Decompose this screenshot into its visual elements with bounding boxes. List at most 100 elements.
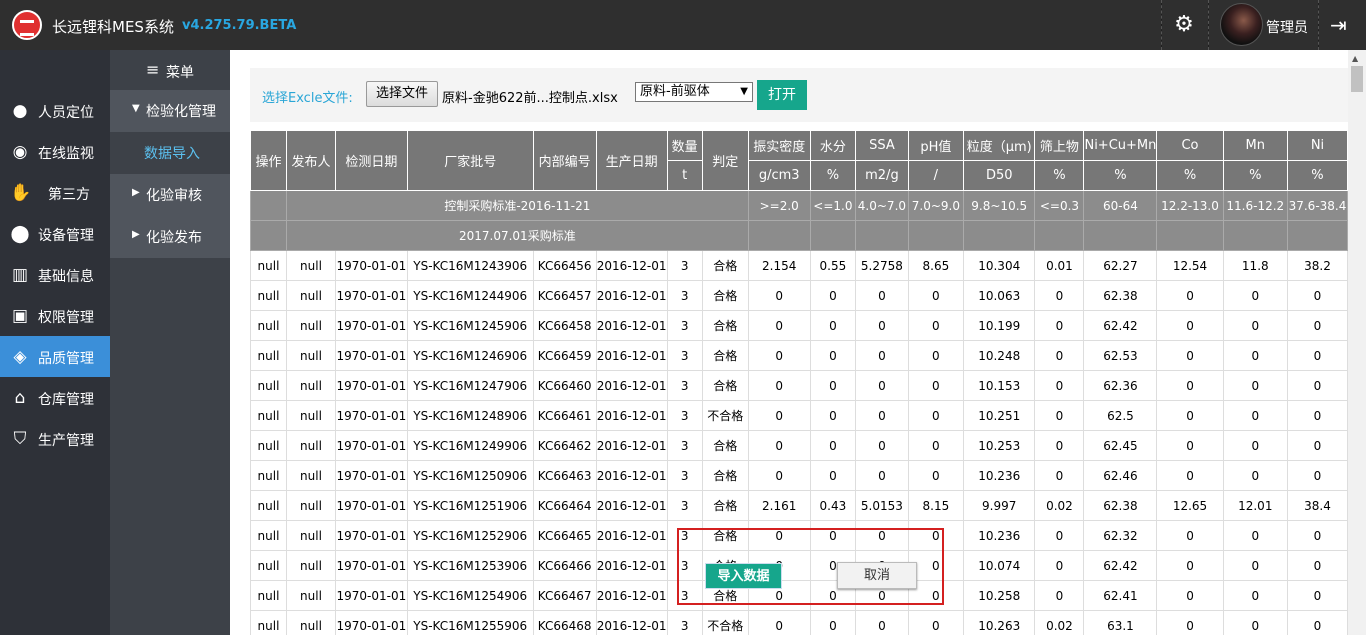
table-row[interactable]: null null 1970-01-01 YS-KC16M1255906 KC66468… (250, 610, 1348, 635)
table-cell: 合格 (701, 250, 749, 281)
open-button[interactable]: 打开 (757, 80, 807, 110)
table-cell: 10.258 (963, 580, 1036, 611)
table-row[interactable]: null null 1970-01-01 YS-KC16M1245906 KC66458… (250, 310, 1348, 341)
table-cell: 2016-12-01 (595, 280, 668, 311)
table-cell: 0 (855, 400, 909, 431)
sidebar-item-basic-info[interactable]: ▥ 基础信息 (0, 254, 110, 295)
table-cell (1034, 220, 1085, 251)
table-cell: 38.4 (1286, 490, 1348, 521)
table-cell: 2016-12-01 (595, 340, 668, 371)
table-cell: 62.53 (1083, 340, 1158, 371)
cancel-button[interactable]: 取消 (837, 562, 917, 589)
submenu-item-data-import[interactable]: 数据导入 (110, 132, 230, 174)
table-cell: null (250, 280, 287, 311)
table-cell: 12.01 (1222, 490, 1288, 521)
scroll-thumb[interactable] (1351, 66, 1363, 92)
column-header: 厂家批号 (406, 130, 534, 191)
standard-value: 37.6-38.4 (1286, 190, 1348, 221)
sidebar-item-monitor[interactable]: ◉ 在线监视 (0, 131, 110, 172)
table-row[interactable]: null null 1970-01-01 YS-KC16M1248906 KC66461… (250, 400, 1348, 431)
sidebar-item-device[interactable]: ⬤ 设备管理 (0, 213, 110, 254)
info-icon: ▥ (11, 265, 29, 285)
table-cell: YS-KC16M1251906 (406, 490, 534, 521)
sidebar-item-permission[interactable]: ▣ 权限管理 (0, 295, 110, 336)
table-cell: 0 (907, 280, 965, 311)
scrollbar[interactable]: ▲ (1348, 50, 1366, 635)
table-cell: 0 (747, 400, 811, 431)
table-cell: KC66462 (532, 430, 597, 461)
table-cell (1286, 220, 1348, 251)
table-cell: 0 (747, 310, 811, 341)
table-cell: null (285, 370, 336, 401)
sidebar-item-production[interactable]: ⛉ 生产管理 (0, 418, 110, 459)
choose-file-button[interactable]: 选择文件 (366, 81, 438, 107)
standard-value: <=0.3 (1034, 190, 1085, 221)
submenu-header[interactable]: ≡ 菜单 (110, 50, 230, 90)
scroll-up-icon[interactable]: ▲ (1352, 54, 1358, 63)
avatar[interactable] (1220, 3, 1263, 46)
logout-icon[interactable]: ⇥ (1330, 14, 1352, 36)
column-unit: % (1083, 160, 1158, 191)
table-cell: 0 (1034, 310, 1085, 341)
table-cell: 0 (907, 460, 965, 491)
table-cell: 2016-12-01 (595, 580, 668, 611)
home-icon: ⌂ (14, 388, 26, 408)
table-cell: 0 (855, 340, 909, 371)
table-cell: null (250, 520, 287, 551)
table-cell: YS-KC16M1245906 (406, 310, 534, 341)
submenu-group-inspection[interactable]: ▼ 检验化管理 (110, 90, 230, 132)
sidebar-item-third-party[interactable]: ✋ 第三方 (0, 172, 110, 213)
table-cell: 0 (1222, 550, 1288, 581)
divider (1318, 0, 1319, 50)
table-row[interactable]: null null 1970-01-01 YS-KC16M1243906 KC66456… (250, 250, 1348, 281)
table-cell: null (250, 610, 287, 635)
table-cell: null (250, 430, 287, 461)
table-cell: 0 (809, 460, 857, 491)
table-row[interactable]: null null 1970-01-01 YS-KC16M1250906 KC66463… (250, 460, 1348, 491)
gear-icon[interactable]: ⚙ (1172, 13, 1196, 37)
table-cell: 12.54 (1156, 250, 1224, 281)
table-cell: 合格 (701, 340, 749, 371)
standard-value: <=1.0 (809, 190, 857, 221)
table-cell: KC66463 (532, 460, 597, 491)
table-cell: 不合格 (701, 610, 749, 635)
table-cell: 62.42 (1083, 310, 1158, 341)
sidebar-item-personnel[interactable]: ● 人员定位 (0, 90, 110, 131)
material-select[interactable]: 原料-前驱体 ▼ (635, 82, 753, 102)
table-cell: 0 (1286, 430, 1348, 461)
standard-label: 2017.07.01采购标准 (285, 220, 749, 251)
table-cell: 合格 (701, 310, 749, 341)
table-row[interactable]: null null 1970-01-01 YS-KC16M1249906 KC66462… (250, 430, 1348, 461)
table-cell: 0 (1156, 580, 1224, 611)
username[interactable]: 管理员 (1266, 17, 1308, 37)
import-data-button[interactable]: 导入数据 (705, 563, 782, 589)
column-header: 发布人 (285, 130, 336, 191)
table-row[interactable]: null null 1970-01-01 YS-KC16M1246906 KC66459… (250, 340, 1348, 371)
table-cell: 合格 (701, 430, 749, 461)
table-cell (747, 220, 811, 251)
table-cell: 0 (1222, 280, 1288, 311)
table-row[interactable]: null null 1970-01-01 YS-KC16M1244906 KC66457… (250, 280, 1348, 311)
column-header: 筛上物 (1034, 130, 1085, 161)
table-cell: YS-KC16M1246906 (406, 340, 534, 371)
table-cell: 3 (666, 250, 703, 281)
table-cell: null (250, 580, 287, 611)
production-icon: ⛉ (13, 429, 27, 449)
device-icon: ⬤ (10, 224, 30, 244)
sidebar-item-quality[interactable]: ◈ 品质管理 (0, 336, 110, 377)
table-cell: 0.01 (1034, 250, 1085, 281)
table-cell: 0 (809, 430, 857, 461)
table-row[interactable]: null null 1970-01-01 YS-KC16M1251906 KC66464… (250, 490, 1348, 521)
table-cell: 62.38 (1083, 490, 1158, 521)
table-row[interactable]: null null 1970-01-01 YS-KC16M1247906 KC66460… (250, 370, 1348, 401)
table-cell: YS-KC16M1244906 (406, 280, 534, 311)
column-header: 振实密度 (747, 130, 811, 161)
table-cell: null (250, 490, 287, 521)
table-cell: 0 (747, 430, 811, 461)
monitor-icon: ◉ (12, 142, 28, 162)
sidebar-item-warehouse[interactable]: ⌂ 仓库管理 (0, 377, 110, 418)
table-cell: 0 (1156, 610, 1224, 635)
user-pin-icon: ● (12, 101, 28, 121)
submenu-group-publish[interactable]: ▶ 化验发布 (110, 216, 230, 258)
submenu-group-audit[interactable]: ▶ 化验审核 (110, 174, 230, 216)
